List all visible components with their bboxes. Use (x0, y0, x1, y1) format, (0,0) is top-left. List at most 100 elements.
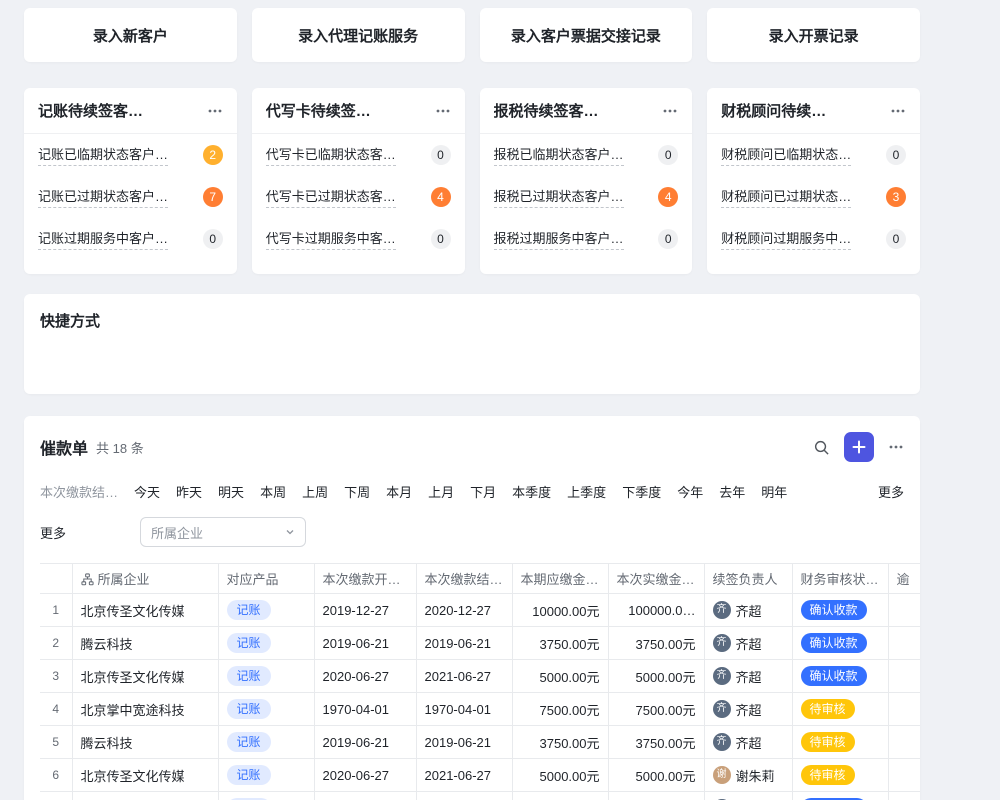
status-cell[interactable]: 待审核 (792, 726, 888, 759)
column-header[interactable]: 所属企业 (72, 564, 218, 594)
start-date-cell[interactable]: 1970-04-01 (314, 693, 416, 726)
quick-action-button[interactable]: 录入新客户 (24, 8, 237, 62)
column-header[interactable]: 本次实缴金… (608, 564, 704, 594)
product-cell[interactable]: 记账 (218, 627, 314, 660)
date-filter-option[interactable]: 今年 (677, 482, 703, 501)
column-header[interactable]: 本期应缴金… (512, 564, 608, 594)
owner-cell[interactable]: 齐齐超 (704, 660, 792, 693)
stat-item-label[interactable]: 代写卡已过期状态客… (266, 186, 396, 208)
more-options-icon[interactable] (662, 103, 678, 119)
product-cell[interactable]: 记账 (218, 792, 314, 800)
stat-item-label[interactable]: 报税已过期状态客户… (494, 186, 624, 208)
company-cell[interactable]: 腾云科技 (72, 627, 218, 660)
status-cell[interactable]: 确认收款 (792, 627, 888, 660)
paid-amount-cell[interactable]: 3750.00元 (608, 726, 704, 759)
status-cell[interactable]: 待审核 (792, 693, 888, 726)
stat-item-label[interactable]: 记账已过期状态客户… (38, 186, 168, 208)
product-cell[interactable]: 记账 (218, 594, 314, 627)
start-date-cell[interactable]: 2019-06-21 (314, 627, 416, 660)
owner-cell[interactable]: 谢谢朱莉 (704, 759, 792, 792)
company-cell[interactable]: 腾云科技 (72, 726, 218, 759)
company-cell[interactable]: 北京掌中宽途科技 (72, 693, 218, 726)
overdue-cell[interactable] (888, 693, 920, 726)
due-amount-cell[interactable]: 10000.00元 (512, 594, 608, 627)
due-amount-cell[interactable]: 7500.00元 (512, 693, 608, 726)
table-row[interactable]: 2腾云科技记账2019-06-212019-06-213750.00元3750.… (40, 627, 920, 660)
due-amount-cell[interactable]: 5000.00元 (512, 660, 608, 693)
add-record-button[interactable] (844, 432, 874, 462)
due-amount-cell[interactable]: 3750.00元 (512, 726, 608, 759)
date-filter-option[interactable]: 明年 (761, 482, 787, 501)
paid-amount-cell[interactable]: 3750.00元 (608, 627, 704, 660)
date-filter-option[interactable]: 昨天 (176, 482, 202, 501)
product-cell[interactable]: 记账 (218, 726, 314, 759)
paid-amount-cell[interactable]: 5000.00元 (608, 759, 704, 792)
column-header[interactable]: 财务审核状… (792, 564, 888, 594)
status-cell[interactable]: 确认收款 (792, 792, 888, 800)
stat-item-label[interactable]: 报税已临期状态客户… (494, 144, 624, 166)
quick-action-button[interactable]: 录入代理记账服务 (252, 8, 465, 62)
product-cell[interactable]: 记账 (218, 693, 314, 726)
product-cell[interactable]: 记账 (218, 660, 314, 693)
more-options-icon[interactable] (890, 103, 906, 119)
end-date-cell[interactable]: 1970-04-01 (416, 693, 512, 726)
stat-item-label[interactable]: 代写卡过期服务中客… (266, 228, 396, 250)
company-filter-select[interactable]: 所属企业 (140, 517, 306, 547)
search-icon[interactable] (813, 439, 830, 456)
more-options-icon[interactable] (435, 103, 451, 119)
overdue-cell[interactable] (888, 660, 920, 693)
date-filter-option[interactable]: 下季度 (622, 482, 661, 501)
due-amount-cell[interactable]: 3750.00元 (512, 627, 608, 660)
status-cell[interactable]: 确认收款 (792, 594, 888, 627)
column-header[interactable]: 本次缴款开… (314, 564, 416, 594)
date-filter-option[interactable]: 上季度 (567, 482, 606, 501)
overdue-cell[interactable] (888, 759, 920, 792)
paid-amount-cell[interactable]: 100000.0… (608, 594, 704, 627)
date-filter-option[interactable]: 去年 (719, 482, 745, 501)
end-date-cell[interactable]: 2020-12-27 (416, 792, 512, 800)
stat-item-label[interactable]: 财税顾问已临期状态… (721, 144, 851, 166)
owner-cell[interactable]: 齐齐超 (704, 594, 792, 627)
paid-amount-cell[interactable]: 7500.00元 (608, 693, 704, 726)
stat-item-label[interactable]: 记账过期服务中客户… (38, 228, 168, 250)
overdue-cell[interactable] (888, 594, 920, 627)
status-cell[interactable]: 待审核 (792, 759, 888, 792)
date-filter-option[interactable]: 下周 (344, 482, 370, 501)
date-filter-option[interactable]: 本月 (386, 482, 412, 501)
table-row[interactable]: 4北京掌中宽途科技记账1970-04-011970-04-017500.00元7… (40, 693, 920, 726)
end-date-cell[interactable]: 2021-06-27 (416, 660, 512, 693)
owner-cell[interactable]: 齐齐超 (704, 693, 792, 726)
table-row[interactable]: 7北京传圣文化传媒记账2019-12-272020-12-2710000.00元… (40, 792, 920, 800)
date-filter-option[interactable]: 明天 (218, 482, 244, 501)
column-header[interactable]: 逾 (888, 564, 920, 594)
table-row[interactable]: 3北京传圣文化传媒记账2020-06-272021-06-275000.00元5… (40, 660, 920, 693)
owner-cell[interactable]: 齐齐超 (704, 627, 792, 660)
start-date-cell[interactable]: 2020-06-27 (314, 660, 416, 693)
start-date-cell[interactable]: 2019-12-27 (314, 792, 416, 800)
column-header[interactable]: 对应产品 (218, 564, 314, 594)
date-filter-option[interactable]: 今天 (134, 482, 160, 501)
owner-cell[interactable]: 齐齐超 (704, 792, 792, 800)
end-date-cell[interactable]: 2019-06-21 (416, 726, 512, 759)
stat-item-label[interactable]: 记账已临期状态客户… (38, 144, 168, 166)
more-options-icon[interactable] (207, 103, 223, 119)
column-header[interactable]: 本次缴款结… (416, 564, 512, 594)
owner-cell[interactable]: 齐齐超 (704, 726, 792, 759)
table-more-icon[interactable] (888, 439, 904, 455)
date-filter-option[interactable]: 下月 (470, 482, 496, 501)
product-cell[interactable]: 记账 (218, 759, 314, 792)
start-date-cell[interactable]: 2020-06-27 (314, 759, 416, 792)
stat-item-label[interactable]: 代写卡已临期状态客… (266, 144, 396, 166)
start-date-cell[interactable]: 2019-06-21 (314, 726, 416, 759)
company-cell[interactable]: 北京传圣文化传媒 (72, 594, 218, 627)
end-date-cell[interactable]: 2021-06-27 (416, 759, 512, 792)
stat-item-label[interactable]: 财税顾问已过期状态… (721, 186, 851, 208)
due-amount-cell[interactable]: 10000.00元 (512, 792, 608, 800)
company-cell[interactable]: 北京传圣文化传媒 (72, 792, 218, 800)
overdue-cell[interactable] (888, 792, 920, 800)
date-filter-option[interactable]: 上周 (302, 482, 328, 501)
paid-amount-cell[interactable]: 5000.00元 (608, 660, 704, 693)
status-cell[interactable]: 确认收款 (792, 660, 888, 693)
due-amount-cell[interactable]: 5000.00元 (512, 759, 608, 792)
end-date-cell[interactable]: 2020-12-27 (416, 594, 512, 627)
